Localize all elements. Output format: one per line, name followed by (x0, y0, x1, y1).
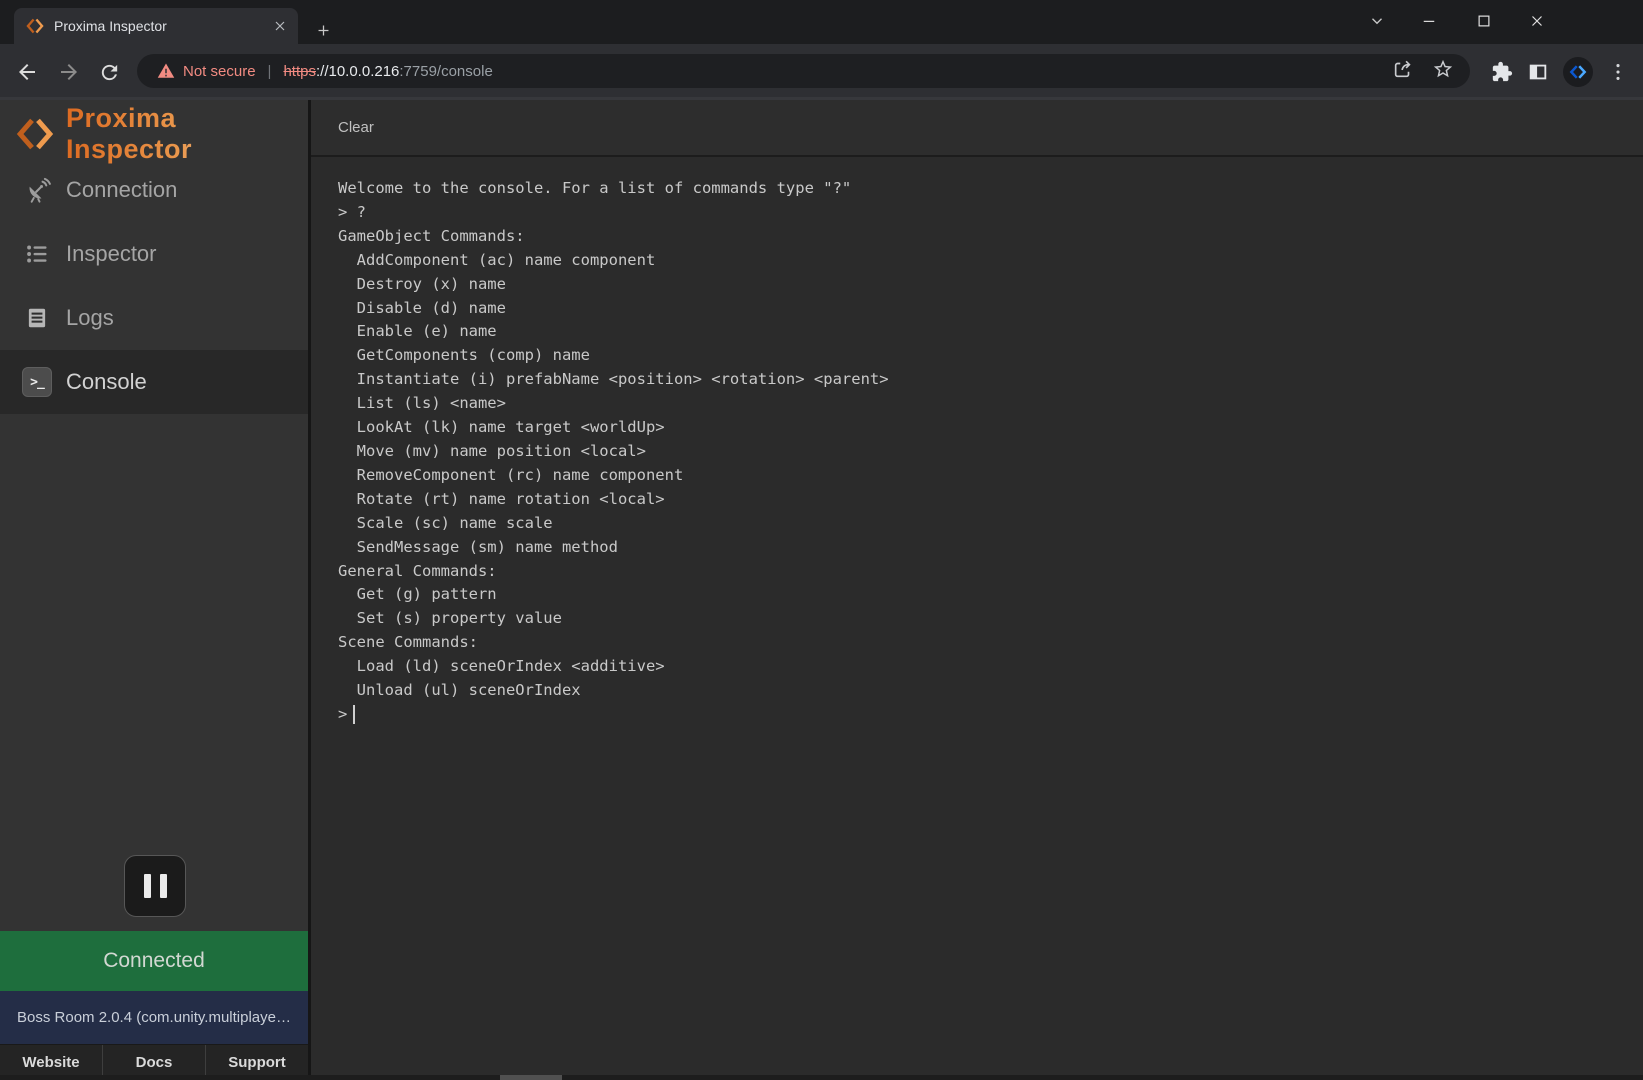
proxima-extension-icon[interactable] (1563, 57, 1593, 87)
horizontal-scrollbar-thumb[interactable] (500, 1075, 562, 1080)
proxima-logo-icon (16, 115, 54, 153)
sidebar-item-label: Inspector (66, 241, 157, 267)
list-icon (20, 241, 54, 267)
console-output: Welcome to the console. For a list of co… (311, 157, 1643, 727)
warning-triangle-icon (157, 62, 175, 80)
browser-titlebar: Proxima Inspector (0, 0, 1643, 44)
tab-title: Proxima Inspector (54, 18, 270, 34)
url-host: ://10.0.0.216 (316, 63, 399, 80)
browser-menu-dots-icon[interactable] (1607, 61, 1629, 83)
forward-button[interactable] (56, 59, 82, 85)
sidebar-item-connection[interactable]: Connection (0, 158, 308, 222)
logs-icon (20, 305, 54, 331)
sidebar-item-label: Console (66, 369, 147, 395)
window-close-button[interactable] (1522, 6, 1552, 36)
terminal-icon: >_ (20, 367, 54, 397)
not-secure-label: Not secure (183, 63, 256, 80)
sidebar-nav: Connection Inspector (0, 158, 308, 414)
sidebar: Proxima Inspector Connection (0, 100, 311, 1080)
url-path: :7759/console (399, 63, 492, 80)
clear-button[interactable]: Clear (338, 119, 374, 136)
tab-close-icon[interactable] (270, 16, 290, 36)
sidebar-item-logs[interactable]: Logs (0, 286, 308, 350)
url-text: https://10.0.0.216:7759/console (283, 63, 492, 80)
console-toolbar: Clear (311, 100, 1643, 157)
window-minimize-button[interactable] (1414, 6, 1444, 36)
console-history: Welcome to the console. For a list of co… (338, 177, 1616, 703)
url-scheme: https (283, 63, 316, 80)
connection-status-badge: Connected (0, 931, 308, 991)
sidebar-item-label: Logs (66, 305, 114, 331)
horizontal-scrollbar[interactable] (0, 1075, 1643, 1080)
window-maximize-button[interactable] (1469, 6, 1499, 36)
back-button[interactable] (14, 59, 40, 85)
console-input-line[interactable]: > (338, 703, 1616, 727)
sidebar-item-console[interactable]: >_ Console (0, 350, 308, 414)
app-title: Proxima Inspector (66, 103, 308, 165)
address-bar[interactable]: Not secure | https://10.0.0.216:7759/con… (137, 54, 1470, 88)
sidebar-item-inspector[interactable]: Inspector (0, 222, 308, 286)
app-logo: Proxima Inspector (0, 100, 308, 158)
page-content: Proxima Inspector Connection (0, 100, 1643, 1080)
browser-tab[interactable]: Proxima Inspector (14, 8, 298, 44)
side-panel-icon[interactable] (1527, 61, 1549, 83)
bookmark-star-icon[interactable] (1432, 58, 1454, 80)
extensions-puzzle-icon[interactable] (1491, 61, 1513, 83)
share-icon[interactable] (1392, 58, 1414, 80)
console-prompt: > (338, 703, 347, 727)
pause-button[interactable] (124, 855, 186, 917)
text-cursor (353, 705, 355, 724)
site-security-chip[interactable]: Not secure (157, 62, 256, 80)
refresh-button[interactable] (96, 59, 122, 85)
url-separator: | (268, 63, 272, 80)
project-info: Boss Room 2.0.4 (com.unity.multiplaye… (0, 991, 308, 1044)
proxima-favicon-icon (26, 17, 44, 35)
console-panel: Clear Welcome to the console. For a list… (311, 100, 1643, 1080)
sidebar-item-label: Connection (66, 177, 177, 203)
satellite-icon (20, 177, 54, 204)
browser-toolbar: Not secure | https://10.0.0.216:7759/con… (0, 44, 1643, 100)
pause-icon (144, 874, 151, 898)
new-tab-button[interactable] (310, 17, 336, 43)
tab-search-chevron-icon[interactable] (1362, 6, 1392, 36)
